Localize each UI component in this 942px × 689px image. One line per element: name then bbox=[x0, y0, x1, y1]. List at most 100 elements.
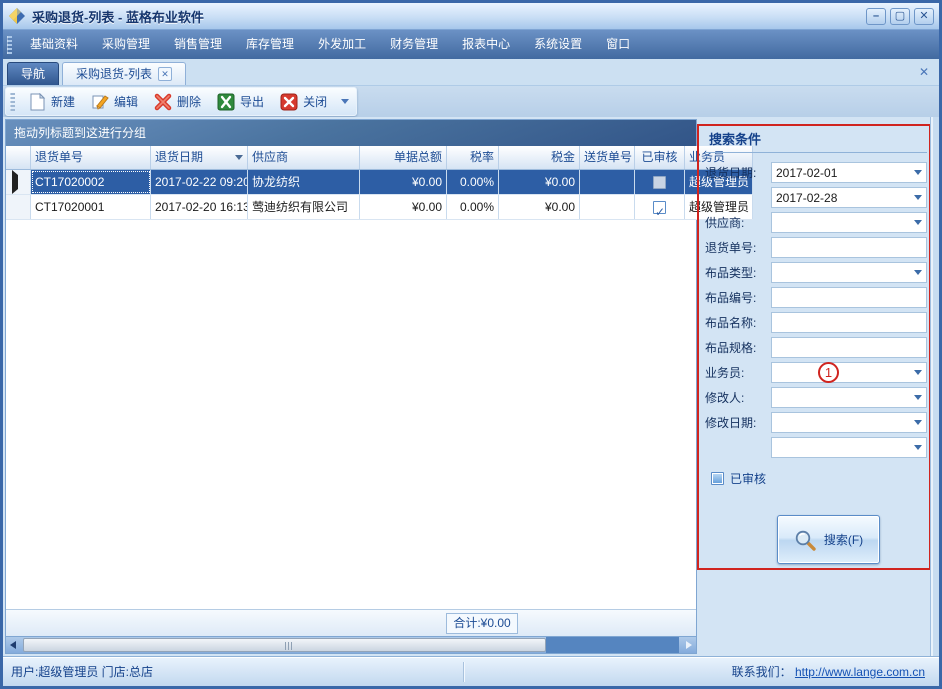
chevron-down-icon[interactable] bbox=[910, 363, 926, 382]
column-header-supplier[interactable]: 供应商 bbox=[248, 146, 360, 169]
menu-outsourcing[interactable]: 外发加工 bbox=[306, 30, 378, 59]
column-header-tax[interactable]: 税金 bbox=[499, 146, 580, 169]
cell-tax-rate[interactable]: 0.00% bbox=[447, 195, 499, 219]
app-logo-icon bbox=[8, 7, 26, 25]
menu-sales[interactable]: 销售管理 bbox=[162, 30, 234, 59]
edit-button[interactable]: 编辑 bbox=[83, 91, 146, 113]
tab-navigation[interactable]: 导航 bbox=[7, 62, 60, 85]
column-header-delivery-no[interactable]: 送货单号 bbox=[580, 146, 635, 169]
scrollbar-thumb[interactable] bbox=[23, 638, 546, 652]
combo-value: 2017-02-28 bbox=[776, 190, 838, 205]
toolbar: 新建 编辑 删除 导出 关闭 bbox=[5, 87, 357, 116]
column-header-total[interactable]: 单据总额 bbox=[360, 146, 447, 169]
contact-section: 联系我们： http://www.lange.com.cn bbox=[464, 663, 939, 680]
tabstrip-close-icon[interactable]: ✕ bbox=[919, 65, 929, 79]
export-button-label: 导出 bbox=[240, 95, 265, 109]
search-icon bbox=[794, 529, 816, 551]
column-header-audited[interactable]: 已审核 bbox=[635, 146, 685, 169]
menu-basic-data[interactable]: 基础资料 bbox=[18, 30, 90, 59]
close-button[interactable]: ✕ bbox=[914, 7, 934, 25]
cell-supplier[interactable]: 协龙纺织 bbox=[248, 170, 360, 194]
cell-delivery-no[interactable] bbox=[580, 195, 635, 219]
tab-purchase-return-list[interactable]: 采购退货-列表 ✕ bbox=[62, 62, 187, 85]
menu-inventory[interactable]: 库存管理 bbox=[234, 30, 306, 59]
menu-finance[interactable]: 财务管理 bbox=[378, 30, 450, 59]
minimize-button[interactable]: – bbox=[866, 7, 886, 25]
horizontal-scrollbar[interactable] bbox=[6, 636, 696, 653]
chevron-down-icon[interactable] bbox=[910, 438, 926, 457]
cell-date[interactable]: 2017-02-22 09:20:47 bbox=[151, 170, 248, 194]
field-row-modify-date-from: 修改日期: bbox=[705, 412, 927, 433]
title-bar: 采购退货-列表 - 蓝格布业软件 – ▢ ✕ bbox=[3, 3, 939, 29]
cell-order-no[interactable]: CT17020001 bbox=[31, 195, 151, 219]
table-row[interactable]: CT17020002 2017-02-22 09:20:47 协龙纺织 ¥0.0… bbox=[6, 170, 753, 195]
audited-checkbox[interactable] bbox=[653, 175, 666, 189]
edit-pencil-icon bbox=[91, 93, 109, 111]
audited-filter-checkbox[interactable] bbox=[711, 472, 724, 485]
app-window: 采购退货-列表 - 蓝格布业软件 – ▢ ✕ 基础资料 采购管理 销售管理 库存… bbox=[0, 0, 942, 689]
scroll-left-arrow-icon[interactable] bbox=[10, 641, 16, 649]
return-order-no-input[interactable] bbox=[771, 237, 927, 258]
menu-purchase[interactable]: 采购管理 bbox=[90, 30, 162, 59]
chevron-down-icon[interactable] bbox=[910, 163, 926, 182]
field-row-supplier: 供应商: bbox=[705, 212, 927, 233]
field-row-modifier: 修改人: bbox=[705, 387, 927, 408]
close-view-button[interactable]: 关闭 bbox=[272, 91, 335, 113]
modify-date-from-combo[interactable] bbox=[771, 412, 927, 433]
salesman-combo[interactable]: 1 bbox=[771, 362, 927, 383]
chevron-down-icon[interactable] bbox=[910, 413, 926, 432]
chevron-down-icon[interactable] bbox=[910, 388, 926, 407]
table-row[interactable]: CT17020001 2017-02-20 16:13:12 莺迪纺织有限公司 … bbox=[6, 195, 753, 220]
column-header-date[interactable]: 退货日期 bbox=[151, 146, 248, 169]
supplier-combo[interactable] bbox=[771, 212, 927, 233]
menu-reports[interactable]: 报表中心 bbox=[450, 30, 522, 59]
cell-delivery-no[interactable] bbox=[580, 170, 635, 194]
search-button-label: 搜索(F) bbox=[823, 533, 864, 547]
audited-checkbox[interactable] bbox=[653, 200, 666, 219]
menu-settings[interactable]: 系统设置 bbox=[522, 30, 594, 59]
total-summary: 合计:¥0.00 bbox=[446, 613, 518, 634]
group-by-band[interactable]: 拖动列标题到这进行分组 bbox=[6, 120, 696, 146]
fabric-spec-input[interactable] bbox=[771, 337, 927, 358]
new-button[interactable]: 新建 bbox=[21, 91, 83, 113]
chevron-down-icon[interactable] bbox=[910, 213, 926, 232]
tab-close-icon[interactable]: ✕ bbox=[158, 67, 173, 81]
export-button[interactable]: 导出 bbox=[209, 91, 272, 113]
column-header-tax-rate[interactable]: 税率 bbox=[447, 146, 499, 169]
delete-button[interactable]: 删除 bbox=[146, 91, 209, 113]
menu-window[interactable]: 窗口 bbox=[594, 30, 642, 59]
field-row-fabric-name: 布品名称: bbox=[705, 312, 927, 333]
scrollbar-track[interactable] bbox=[546, 637, 679, 653]
cell-total[interactable]: ¥0.00 bbox=[360, 170, 447, 194]
close-red-icon bbox=[280, 93, 298, 111]
grid-summary-footer: 合计:¥0.00 bbox=[6, 609, 696, 636]
search-button[interactable]: 搜索(F) bbox=[777, 515, 880, 564]
cell-supplier[interactable]: 莺迪纺织有限公司 bbox=[248, 195, 360, 219]
cell-order-no[interactable]: CT17020002 bbox=[31, 170, 151, 194]
chevron-down-icon[interactable] bbox=[910, 263, 926, 282]
return-date-to-combo[interactable]: 2017-02-28 bbox=[771, 187, 927, 208]
field-row-salesman: 业务员: 1 bbox=[705, 362, 927, 383]
cell-tax[interactable]: ¥0.00 bbox=[499, 170, 580, 194]
column-header-order-no[interactable]: 退货单号 bbox=[31, 146, 151, 169]
fabric-code-input[interactable] bbox=[771, 287, 927, 308]
fabric-name-input[interactable] bbox=[771, 312, 927, 333]
fabric-type-combo[interactable] bbox=[771, 262, 927, 283]
cell-tax[interactable]: ¥0.00 bbox=[499, 195, 580, 219]
field-label: 布品名称: bbox=[705, 316, 757, 330]
cell-tax-rate[interactable]: 0.00% bbox=[447, 170, 499, 194]
field-label: 供应商: bbox=[705, 216, 745, 230]
cell-total[interactable]: ¥0.00 bbox=[360, 195, 447, 219]
maximize-button[interactable]: ▢ bbox=[890, 7, 910, 25]
modifier-combo[interactable] bbox=[771, 387, 927, 408]
cell-date[interactable]: 2017-02-20 16:13:12 bbox=[151, 195, 248, 219]
modify-date-to-combo[interactable] bbox=[771, 437, 927, 458]
chevron-down-icon[interactable] bbox=[910, 188, 926, 207]
scroll-right-arrow-icon[interactable] bbox=[686, 641, 692, 649]
field-row-return-date-to: 2017-02-28 bbox=[705, 187, 927, 208]
panel-splitter[interactable] bbox=[930, 117, 939, 656]
status-bar: 用户:超级管理员 门店:总店 联系我们： http://www.lange.co… bbox=[3, 656, 939, 686]
website-link[interactable]: http://www.lange.com.cn bbox=[795, 665, 925, 679]
chevron-down-icon[interactable] bbox=[341, 99, 350, 104]
return-date-from-combo[interactable]: 2017-02-01 bbox=[771, 162, 927, 183]
